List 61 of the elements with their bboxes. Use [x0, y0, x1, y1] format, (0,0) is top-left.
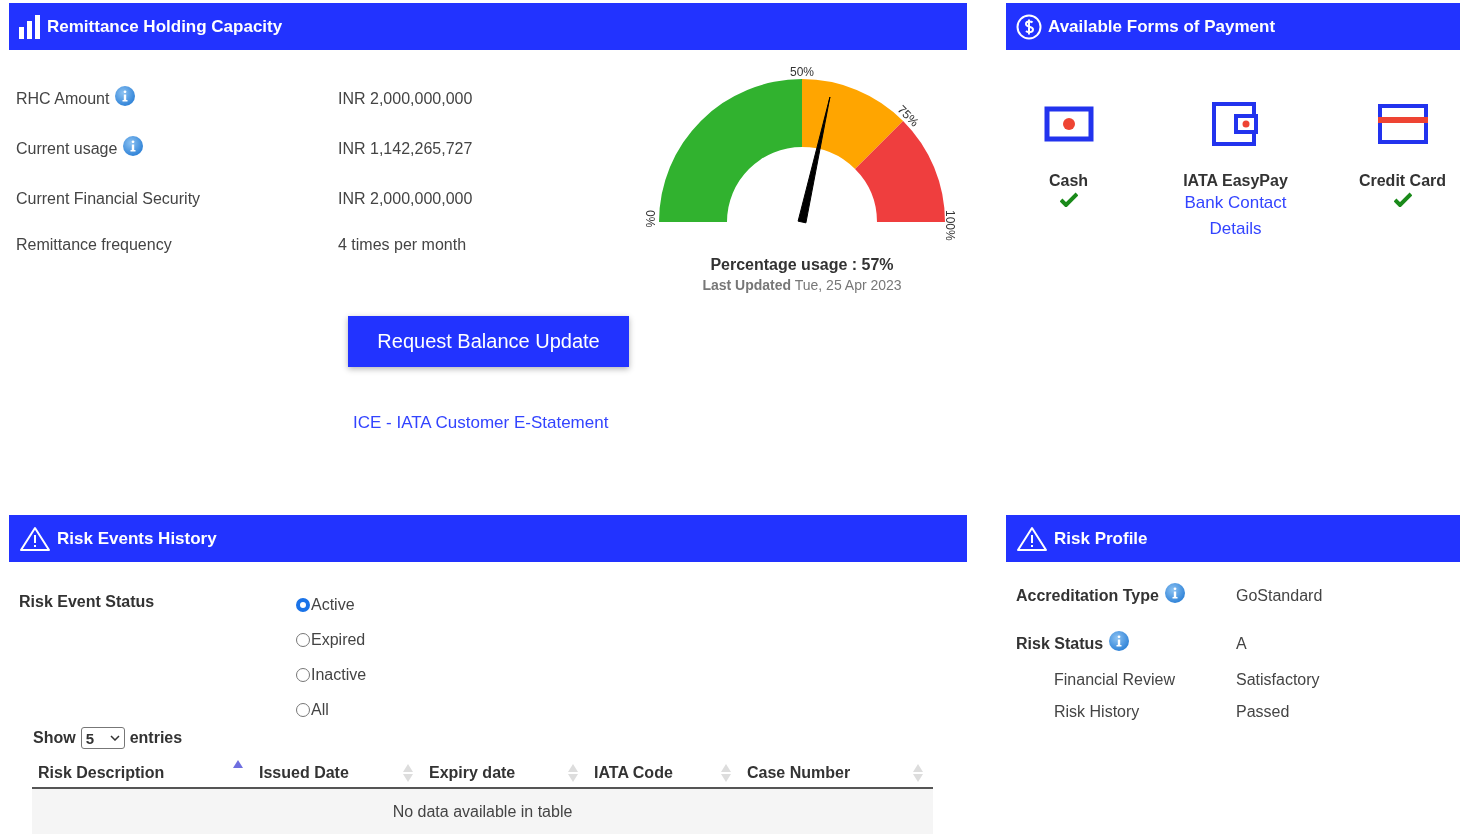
radio-button[interactable] — [296, 597, 310, 612]
field-label: RHC Amount — [16, 90, 110, 108]
gauge-tick-label: 50% — [790, 67, 814, 79]
request-balance-button[interactable]: Request Balance Update — [348, 316, 629, 367]
field-value: 4 times per month — [338, 236, 468, 254]
gauge-tick-label: 100% — [943, 210, 957, 241]
status-radio-option[interactable]: All — [296, 698, 967, 721]
entries-label: entries — [129, 729, 183, 747]
bank-contact-link[interactable]: Bank Contact Details — [1175, 190, 1296, 242]
banknote-icon — [1043, 106, 1094, 142]
info-icon[interactable] — [1109, 631, 1130, 651]
status-radio-option[interactable]: Expired — [296, 628, 967, 651]
column-header[interactable]: Expiry date — [423, 758, 588, 787]
field-value: Passed — [1236, 703, 1291, 721]
radio-button[interactable] — [296, 667, 310, 682]
gauge-tick-label: 0% — [643, 210, 657, 228]
field-label: Financial Review — [1054, 671, 1175, 689]
field-label: Accreditation Type — [1016, 587, 1159, 605]
field-value: A — [1236, 635, 1248, 653]
field-label: Risk Event Status — [19, 593, 156, 611]
panel-title: Remittance Holding Capacity — [47, 16, 283, 37]
field-value: INR 1,142,265,727 — [338, 140, 474, 158]
credit-card-icon — [1376, 103, 1429, 145]
field-value: GoStandard — [1236, 587, 1324, 605]
field-label: Current usage — [16, 140, 118, 158]
radio-button[interactable] — [296, 632, 310, 647]
field-value: INR 2,000,000,000 — [338, 190, 474, 208]
status-radio-option[interactable]: Inactive — [296, 663, 967, 686]
payment-method-name: Cash — [1048, 172, 1089, 190]
column-header[interactable]: Issued Date — [253, 758, 423, 787]
column-header[interactable]: Risk Description — [32, 758, 253, 787]
usage-caption: Percentage usage : 57% — [710, 256, 894, 274]
field-label: Risk Status — [1016, 635, 1104, 653]
dollar-icon — [1016, 13, 1042, 40]
empty-table-message: No data available in table — [392, 802, 573, 821]
wallet-icon — [1210, 101, 1261, 147]
radio-button[interactable] — [296, 702, 310, 717]
column-header[interactable]: IATA Code — [588, 758, 741, 787]
bar-chart-icon — [19, 14, 41, 39]
warning-icon — [1016, 525, 1048, 552]
info-icon[interactable] — [123, 136, 144, 156]
statement-link[interactable]: ICE - IATA Customer E-Statement — [353, 413, 609, 432]
payment-method-name: Credit Card — [1358, 172, 1447, 190]
field-value: Satisfactory — [1236, 671, 1321, 689]
entries-select[interactable]: 5 — [80, 727, 125, 749]
panel-title: Available Forms of Payment — [1048, 16, 1276, 37]
show-label: Show — [33, 729, 76, 747]
panel-title: Risk Events History — [57, 528, 217, 549]
info-icon[interactable] — [1164, 583, 1185, 603]
column-header[interactable]: Case Number — [741, 758, 933, 787]
chevron-icon — [109, 735, 120, 741]
field-label: Remittance frequency — [16, 236, 172, 254]
info-icon[interactable] — [115, 86, 136, 106]
warning-icon — [19, 525, 51, 552]
payment-method-name: IATA EasyPay — [1183, 172, 1288, 190]
last-updated-text: Last Updated Tue, 25 Apr 2023 — [702, 277, 902, 293]
field-value: INR 2,000,000,000 — [338, 90, 474, 108]
field-label: Risk History — [1054, 703, 1140, 721]
status-radio-option[interactable]: Active — [296, 593, 967, 616]
panel-title: Risk Profile — [1054, 528, 1148, 549]
field-label: Current Financial Security — [16, 190, 201, 208]
